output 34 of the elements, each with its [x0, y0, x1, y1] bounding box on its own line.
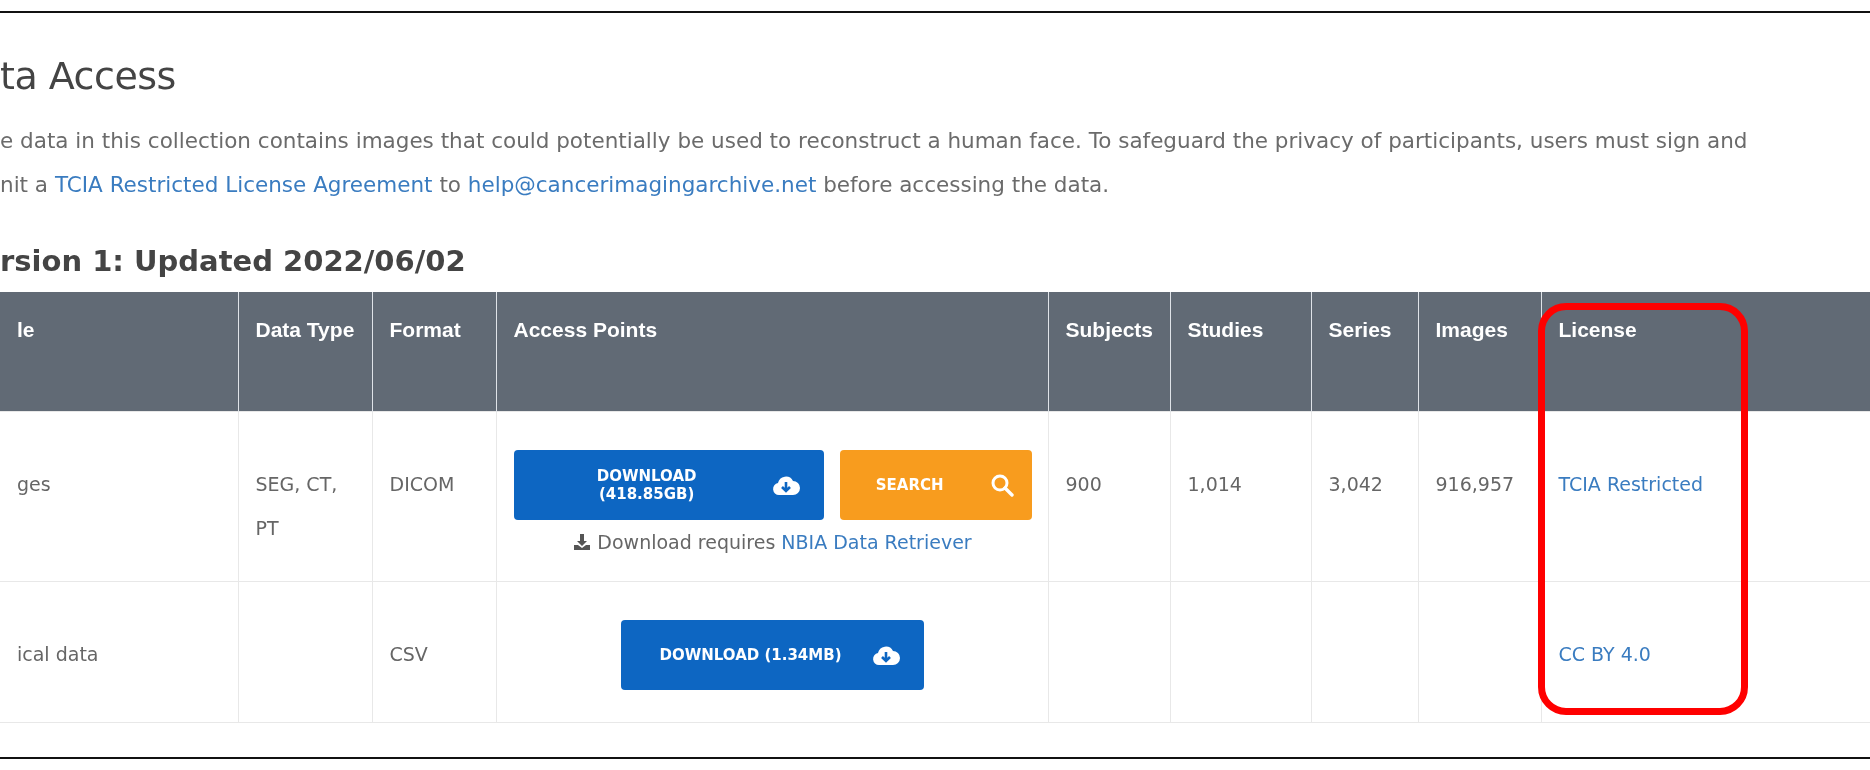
column-header: Access Points	[496, 292, 1048, 412]
download-button[interactable]: DOWNLOAD (418.85GB)	[513, 450, 824, 520]
search-icon	[989, 473, 1014, 497]
column-header: Images	[1418, 292, 1541, 412]
link[interactable]: NBIA Data Retriever	[781, 531, 972, 553]
version-title: rsion 1: Updated 2022/06/02	[0, 243, 467, 280]
table-cell: ges	[17, 473, 51, 495]
link[interactable]: TCIA Restricted License Agreement	[54, 172, 433, 197]
notice-text: e data in this collection contains images that could potentially be used to reconstruct a human face. To safeguard the privacy of participants, users must sign and	[0, 127, 1749, 155]
license-link[interactable]: CC BY 4.0	[1558, 643, 1651, 665]
column-header: le	[0, 292, 238, 412]
license-link[interactable]: TCIA Restricted	[1558, 473, 1704, 495]
section-title: ta Access	[0, 53, 177, 100]
table-cell: 916,957	[1435, 473, 1515, 495]
table-cell: ical data	[17, 643, 99, 665]
table-cell: SEG, CT, PT	[255, 473, 338, 539]
download-icon	[573, 533, 592, 551]
column-header: Format	[372, 292, 496, 412]
notice-text: nit a TCIA Restricted License Agreement to help@cancerimagingarchive.net before accessing the data.	[0, 171, 1111, 199]
column-header: Studies	[1170, 292, 1311, 412]
column-header: Data Type	[238, 292, 372, 412]
table-cell: 1,014	[1187, 473, 1242, 495]
table-cell: CSV	[389, 643, 428, 665]
column-header: License	[1541, 292, 1870, 412]
download-button[interactable]: DOWNLOAD (1.34MB)	[621, 620, 924, 690]
note-text: Download requires NBIA Data Retriever	[597, 530, 972, 555]
cloud-download-icon	[871, 644, 900, 666]
cloud-download-icon	[771, 474, 800, 496]
link[interactable]: help@cancerimagingarchive.net	[467, 172, 817, 197]
column-header: Subjects	[1048, 292, 1170, 412]
column-header: Series	[1311, 292, 1418, 412]
table-cell: 900	[1065, 473, 1102, 495]
table-cell: 3,042	[1328, 473, 1383, 495]
table-cell: DICOM	[389, 473, 455, 495]
